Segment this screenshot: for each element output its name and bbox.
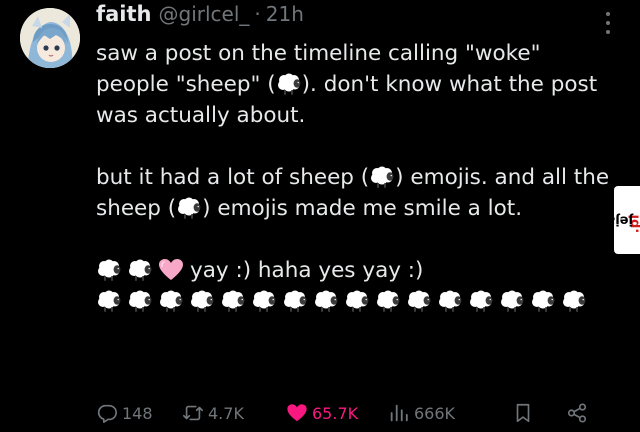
author-display-name[interactable]: faith — [96, 2, 152, 26]
sheep-emoji — [313, 289, 339, 313]
sheep-emoji — [96, 258, 122, 282]
reply-count: 148 — [122, 403, 153, 423]
tweet-text-segment: yay :) haha yes yay :) — [190, 258, 424, 283]
reply-icon — [97, 404, 117, 423]
sheep-emoji — [499, 289, 525, 313]
sheep-emoji — [251, 289, 277, 313]
sheep-emoji — [176, 196, 202, 220]
sheep-emoji — [276, 72, 302, 96]
tweet-paragraph-2: but it had a lot of sheep () emojis. and… — [96, 162, 616, 224]
tweet-header: faith @girlcel_ · 21h — [96, 2, 304, 34]
repost-icon — [183, 405, 203, 421]
tweet-paragraph-1: saw a post on the timeline calling "woke… — [96, 38, 616, 131]
repost-count: 4.7K — [208, 403, 244, 423]
tweet-text-segment: but it had a lot of sheep ( — [96, 165, 370, 190]
tweet-actions: 148 4.7K 65.7K 666K — [96, 398, 616, 428]
sheep-emoji — [369, 165, 395, 189]
sheep-emoji — [406, 289, 432, 313]
heart-icon — [287, 404, 307, 422]
sheep-emoji — [468, 289, 494, 313]
sheep-emoji — [437, 289, 463, 313]
views-count: 666K — [414, 403, 456, 423]
sheep-emoji — [96, 289, 122, 313]
sheep-emoji — [158, 289, 184, 313]
pink-heart-emoji — [158, 258, 184, 282]
header-separator: · — [254, 2, 261, 26]
anime-avatar-icon — [20, 8, 80, 68]
author-avatar[interactable] — [20, 8, 80, 68]
repost-button[interactable]: 4.7K — [182, 398, 244, 428]
views-icon — [390, 404, 408, 422]
author-handle[interactable]: @girlcel_ — [159, 2, 250, 26]
sheep-emoji — [127, 289, 153, 313]
bookmark-button[interactable] — [512, 398, 538, 428]
sheep-emoji — [220, 289, 246, 313]
more-options-icon[interactable] — [600, 8, 616, 38]
emoji-line-2 — [96, 286, 616, 317]
like-button[interactable]: 65.7K — [286, 398, 358, 428]
tweet-text-segment: ) emojis made me smile a lot. — [202, 196, 523, 221]
watermark-text: jeja — [606, 212, 633, 228]
tweet-paragraph-3: yay :) haha yes yay :) — [96, 255, 616, 317]
sheep-emoji — [344, 289, 370, 313]
reply-button[interactable]: 148 — [96, 398, 153, 428]
sheep-emoji — [375, 289, 401, 313]
jeja-watermark: jeja .pl — [606, 186, 640, 254]
sheep-emoji — [282, 289, 308, 313]
sheep-emoji — [127, 258, 153, 282]
tweet-text: saw a post on the timeline calling "woke… — [96, 38, 616, 317]
share-icon — [567, 403, 587, 423]
tweet: faith @girlcel_ · 21h saw a post on the … — [0, 0, 640, 432]
bookmark-icon — [516, 403, 530, 423]
like-count: 65.7K — [312, 403, 359, 423]
emoji-line-1: yay :) haha yes yay :) — [96, 255, 616, 286]
sheep-emoji — [530, 289, 556, 313]
tweet-timestamp[interactable]: 21h — [266, 2, 304, 26]
sheep-emoji — [561, 289, 587, 313]
views-button[interactable]: 666K — [388, 398, 455, 428]
sheep-emoji — [189, 289, 215, 313]
share-button[interactable] — [566, 398, 592, 428]
